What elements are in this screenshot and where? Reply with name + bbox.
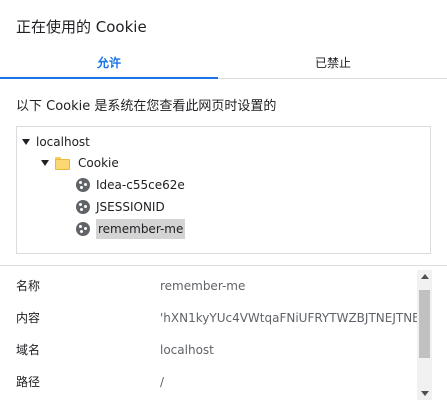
detail-row-name: 名称 remember-me	[16, 276, 417, 296]
folder-label: Cookie	[78, 156, 119, 170]
tree-node-cookie[interactable]: JSESSIONID	[76, 197, 165, 217]
cookie-icon	[76, 200, 90, 214]
cookie-details: 名称 remember-me 内容 'hXN1kyYUc4VWtqaFNiUFR…	[0, 270, 417, 400]
detail-label: 域名	[16, 343, 41, 357]
cookie-label: JSESSIONID	[96, 200, 165, 214]
tree-node-site[interactable]: localhost	[22, 132, 90, 152]
tree-node-folder[interactable]: Cookie	[41, 153, 119, 173]
dialog-title: 正在使用的 Cookie	[16, 18, 147, 36]
triangle-down-icon[interactable]	[41, 160, 49, 166]
scroll-up-icon[interactable]	[421, 274, 429, 279]
description-text: 以下 Cookie 是系统在您查看此网页时设置的	[16, 99, 277, 114]
detail-label: 内容	[16, 311, 41, 325]
scroll-down-icon[interactable]	[421, 391, 429, 396]
detail-value: 'hXN1kyYUc4VWtqaFNiUFRYTWZBJTNEJTNE	[160, 311, 417, 325]
detail-label: 名称	[16, 279, 41, 293]
cookie-icon	[76, 178, 90, 192]
detail-row-domain: 域名 localhost	[16, 340, 417, 360]
tab-allowed[interactable]: 允许	[0, 48, 218, 79]
cookie-label: Idea-c55ce62e	[96, 178, 185, 192]
tree-node-cookie-selected[interactable]: remember-me	[76, 219, 186, 239]
triangle-down-icon[interactable]	[22, 139, 30, 145]
detail-value: localhost	[160, 343, 214, 357]
folder-icon	[55, 156, 70, 170]
detail-value: remember-me	[160, 279, 246, 293]
site-label: localhost	[36, 135, 90, 149]
details-scrollbar[interactable]	[417, 270, 432, 400]
tree-node-cookie[interactable]: Idea-c55ce62e	[76, 175, 185, 195]
scrollbar-thumb[interactable]	[419, 290, 430, 358]
cookie-icon	[76, 222, 90, 236]
detail-row-content: 内容 'hXN1kyYUc4VWtqaFNiUFRYTWZBJTNEJTNE	[16, 308, 417, 328]
tab-bar: 允许 已禁止	[0, 48, 447, 79]
tab-allowed-label: 允许	[96, 56, 121, 70]
tab-blocked-label: 已禁止	[314, 56, 351, 70]
cookie-label: remember-me	[96, 219, 186, 239]
detail-row-path: 路径 /	[16, 372, 417, 392]
detail-label: 路径	[16, 375, 41, 389]
tab-blocked[interactable]: 已禁止	[224, 48, 442, 78]
detail-value: /	[160, 375, 165, 389]
active-tab-indicator	[0, 77, 218, 79]
divider	[0, 265, 447, 266]
cookie-tree[interactable]: localhost Cookie Idea-c55ce62e JSESSIONI…	[16, 126, 431, 254]
